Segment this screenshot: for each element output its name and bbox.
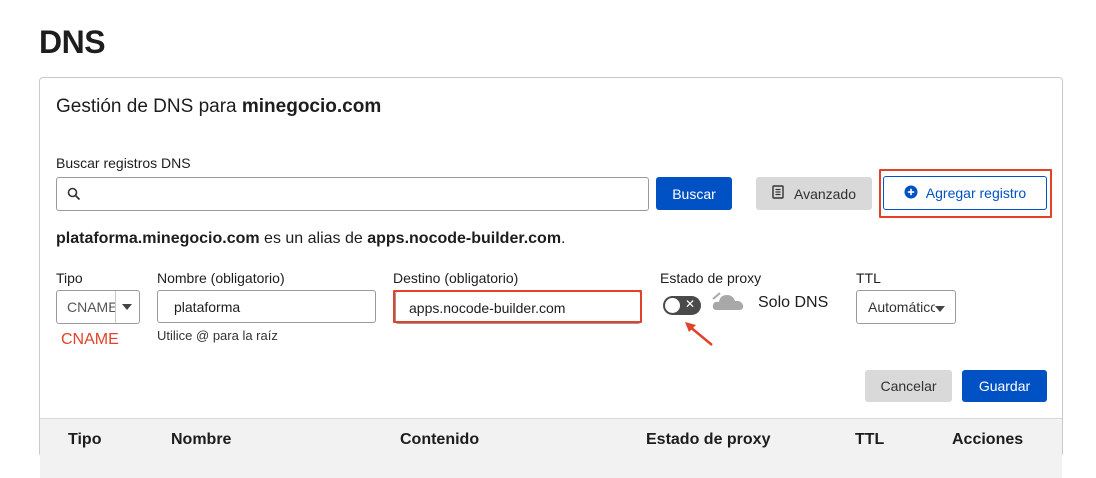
chevron-down-icon: [935, 299, 945, 315]
proxy-status-text: Solo DNS: [758, 294, 829, 311]
card-heading: Gestión de DNS para minegocio.com: [56, 96, 381, 118]
alias-connector: es un alias de: [264, 230, 363, 247]
target-label: Destino (obligatorio): [393, 270, 519, 286]
proxy-toggle[interactable]: ✕: [663, 296, 701, 315]
advanced-button[interactable]: Avanzado: [756, 177, 872, 210]
search-icon: [67, 187, 81, 206]
name-input-value: plataforma: [174, 298, 241, 315]
toggle-knob: [665, 298, 680, 313]
plus-circle-icon: [904, 185, 918, 202]
save-button[interactable]: Guardar: [962, 370, 1047, 402]
alias-summary: plataforma.minegocio.com es un alias de …: [56, 230, 566, 248]
column-header-content[interactable]: Contenido: [400, 431, 479, 449]
search-button[interactable]: Buscar: [656, 177, 732, 210]
card-heading-domain: minegocio.com: [241, 96, 382, 117]
ttl-select[interactable]: Automático: [856, 290, 956, 324]
column-header-type[interactable]: Tipo: [68, 431, 101, 449]
add-record-button[interactable]: Agregar registro: [883, 176, 1047, 210]
close-icon: ✕: [684, 297, 695, 311]
alias-target: apps.nocode-builder.com: [367, 230, 562, 247]
annotation-arrow-icon: [680, 318, 716, 353]
alias-host: plataforma.minegocio.com: [56, 230, 260, 247]
column-header-actions: Acciones: [952, 431, 1024, 448]
ttl-select-value: Automático: [868, 299, 935, 315]
cancel-button[interactable]: Cancelar: [865, 370, 952, 402]
search-button-label: Buscar: [672, 185, 716, 202]
proxy-label: Estado de proxy: [660, 270, 762, 286]
column-header-proxy-status[interactable]: Estado de proxy: [646, 431, 770, 449]
search-label: Buscar registros DNS: [56, 155, 191, 171]
type-label: Tipo: [56, 270, 83, 286]
column-header-name[interactable]: Nombre: [171, 431, 231, 449]
name-help-text: Utilice @ para la raíz: [157, 328, 278, 343]
name-label: Nombre (obligatorio): [157, 270, 285, 286]
advanced-button-label: Avanzado: [793, 185, 856, 202]
records-table-header: Tipo Nombre Contenido Estado de proxy TT…: [40, 418, 1062, 478]
alias-suffix: .: [561, 230, 566, 247]
document-icon: [772, 185, 784, 202]
column-header-ttl[interactable]: TTL: [855, 431, 884, 449]
chevron-down-icon: [114, 291, 139, 323]
search-field[interactable]: [56, 177, 649, 211]
type-select-value: CNAME: [67, 299, 115, 315]
cancel-button-label: Cancelar: [880, 378, 937, 394]
name-input[interactable]: plataforma: [157, 290, 376, 323]
type-select[interactable]: CNAME: [56, 290, 140, 324]
cloud-icon: [711, 290, 747, 317]
dns-management-card: Gestión de DNS para minegocio.com Buscar…: [39, 77, 1063, 478]
ttl-label: TTL: [856, 270, 881, 286]
search-input[interactable]: [89, 182, 639, 206]
save-button-label: Guardar: [978, 378, 1031, 394]
page-title: DNS: [39, 24, 106, 60]
card-heading-prefix: Gestión de DNS para: [56, 96, 237, 117]
type-annotation: CNAME: [61, 331, 119, 348]
add-record-label: Agregar registro: [925, 185, 1027, 201]
target-highlight: [393, 290, 642, 323]
